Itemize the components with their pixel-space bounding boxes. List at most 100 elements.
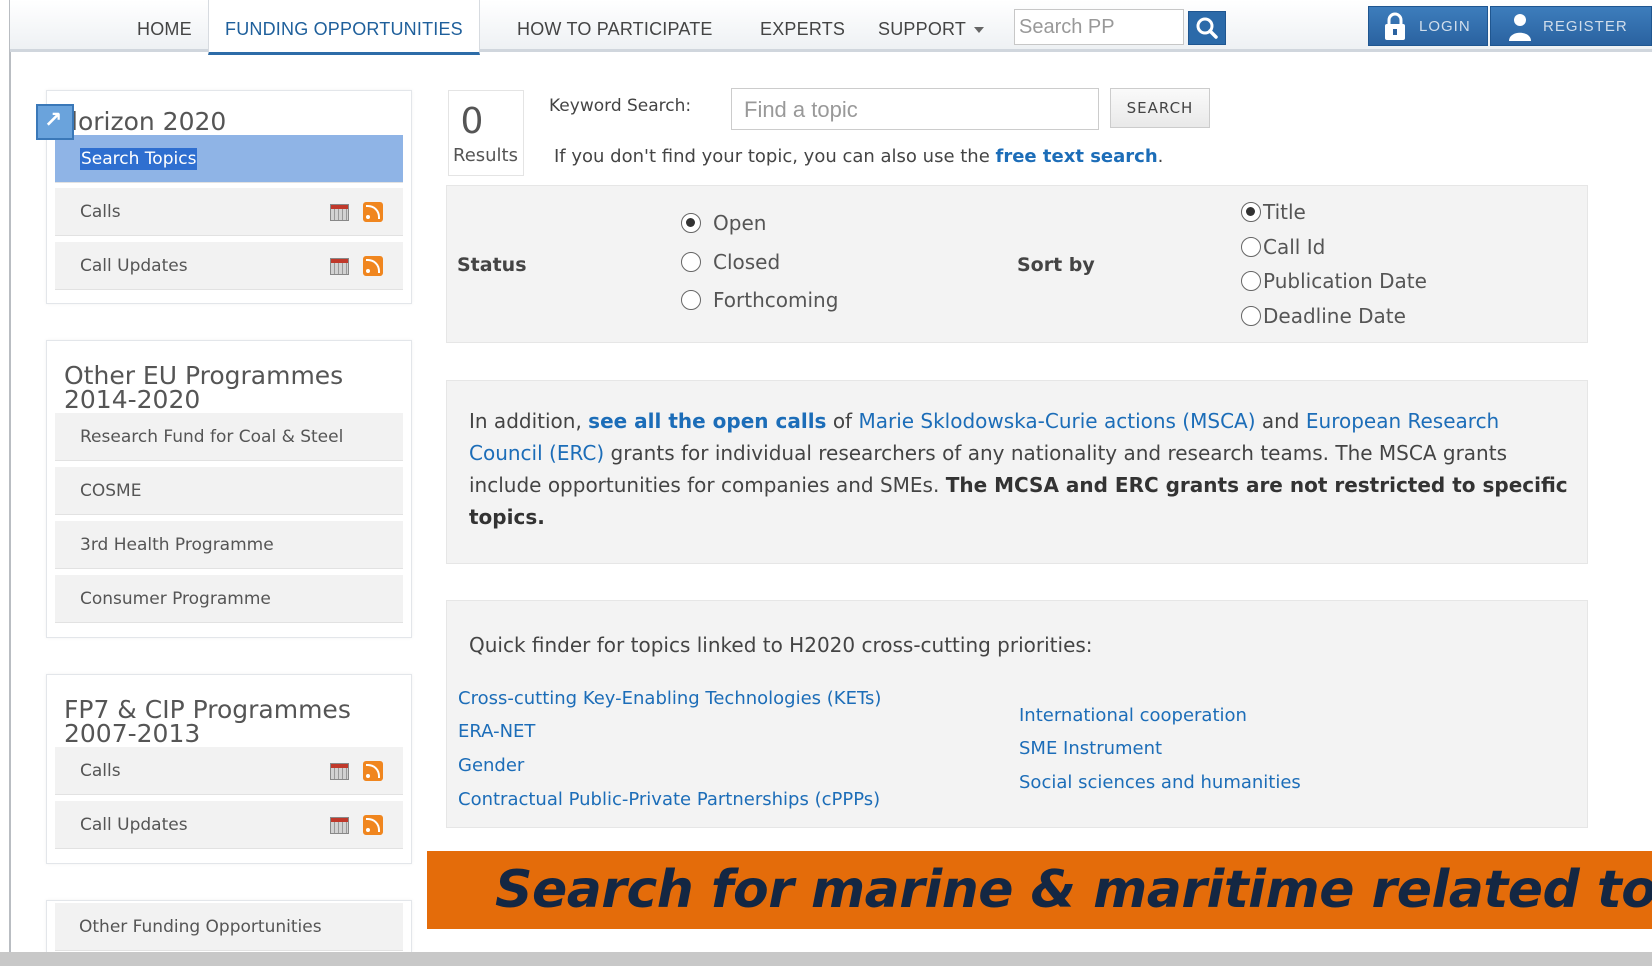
nav-how-to-participate[interactable]: HOW TO PARTICIPATE — [517, 0, 713, 52]
quick-link-social-sciences[interactable]: Social sciences and humanities — [1019, 772, 1301, 793]
sidebar-item-call-updates[interactable]: Call Updates — [55, 242, 403, 290]
results-count: 0 — [460, 101, 484, 142]
rss-icon[interactable] — [363, 202, 383, 222]
login-button[interactable]: LOGIN — [1368, 6, 1488, 46]
other-funding-panel: Other Funding Opportunities — [46, 900, 412, 952]
status-label: Status — [457, 254, 527, 276]
info-text-3: and — [1261, 409, 1300, 433]
calendar-icon[interactable] — [330, 763, 349, 780]
register-label: REGISTER — [1543, 18, 1628, 35]
sort-option-label: Call Id — [1263, 235, 1326, 259]
nav-support-label: SUPPORT — [878, 19, 967, 39]
panel-subtitle-fp7: 2007-2013 — [64, 719, 201, 748]
nav-experts[interactable]: EXPERTS — [760, 0, 845, 52]
sidebar-item-cosme[interactable]: COSME — [55, 467, 403, 515]
status-option-label: Open — [713, 211, 767, 235]
results-counter: 0 Results — [448, 90, 524, 176]
sort-option-label: Deadline Date — [1263, 304, 1406, 328]
radio-button[interactable] — [1241, 270, 1261, 291]
banner-text: Search for marine & maritime related top… — [495, 860, 1652, 920]
status-option-open[interactable]: Open — [681, 209, 766, 237]
left-page-border — [9, 0, 11, 966]
login-label: LOGIN — [1419, 18, 1471, 35]
radio-button[interactable] — [1241, 236, 1261, 257]
sort-option-deadline-date[interactable]: Deadline Date — [1241, 302, 1406, 330]
rss-icon[interactable] — [363, 815, 383, 835]
status-option-label: Forthcoming — [713, 288, 839, 312]
sort-option-call-id[interactable]: Call Id — [1241, 233, 1325, 261]
free-text-search-link[interactable]: free text search — [996, 146, 1158, 167]
msca-erc-info-panel: In addition, see all the open calls of M… — [446, 380, 1588, 564]
quick-link-sme-instrument[interactable]: SME Instrument — [1019, 738, 1162, 759]
sort-by-label: Sort by — [1017, 254, 1095, 276]
nav-home[interactable]: HOME — [137, 0, 192, 52]
radio-button[interactable] — [681, 289, 701, 310]
radio-button[interactable] — [1241, 201, 1261, 222]
other-eu-programmes-panel: Other EU Programmes 2014-2020 Research F… — [46, 340, 412, 638]
calendar-icon[interactable] — [330, 817, 349, 834]
user-icon — [1509, 14, 1531, 41]
panel-subtitle-other-eu: 2014-2020 — [64, 385, 201, 414]
sidebar-item-coal-steel[interactable]: Research Fund for Coal & Steel — [55, 413, 403, 461]
sidebar-item-other-funding[interactable]: Other Funding Opportunities — [55, 903, 403, 951]
quick-link-kets[interactable]: Cross-cutting Key-Enabling Technologies … — [458, 688, 881, 709]
hint-prefix: If you don't find your topic, you can al… — [554, 146, 990, 167]
rss-icon[interactable] — [363, 761, 383, 781]
nav-support[interactable]: SUPPORT — [878, 0, 985, 52]
quick-link-cppps[interactable]: Contractual Public-Private Partnerships … — [458, 789, 880, 810]
sort-option-title[interactable]: Title — [1241, 198, 1306, 226]
sidebar-item-calls[interactable]: Calls — [55, 188, 403, 236]
sidebar-item-label: Call Updates — [80, 815, 188, 835]
radio-button[interactable] — [681, 212, 701, 233]
horizon-2020-panel: lorizon 2020 Search Topics Calls Call Up… — [46, 90, 412, 304]
sidebar-item-fp7-calls[interactable]: Calls — [55, 747, 403, 795]
bottom-scrollbar[interactable] — [0, 952, 1652, 966]
search-icon — [1196, 17, 1218, 39]
quick-finder-title: Quick finder for topics linked to H2020 … — [469, 633, 1093, 657]
calendar-icon[interactable] — [330, 258, 349, 275]
external-link-icon[interactable] — [36, 104, 74, 140]
rss-icon[interactable] — [363, 256, 383, 276]
site-search-input[interactable]: Search PP — [1014, 9, 1184, 45]
register-button[interactable]: REGISTER — [1490, 6, 1652, 46]
panel-title-horizon-2020: lorizon 2020 — [71, 107, 227, 136]
info-text-2: of — [832, 409, 853, 433]
info-text-1: In addition, — [469, 409, 582, 433]
keyword-search-label: Keyword Search: — [549, 96, 692, 116]
quick-finder-panel: Quick finder for topics linked to H2020 … — [446, 600, 1588, 828]
status-option-closed[interactable]: Closed — [681, 248, 780, 276]
quick-link-gender[interactable]: Gender — [458, 755, 524, 776]
radio-button[interactable] — [1241, 305, 1261, 326]
results-label: Results — [453, 145, 518, 166]
quick-link-era-net[interactable]: ERA-NET — [458, 721, 535, 742]
status-option-label: Closed — [713, 250, 781, 274]
keyword-search-button[interactable]: SEARCH — [1110, 88, 1210, 128]
sidebar-item-health-programme[interactable]: 3rd Health Programme — [55, 521, 403, 569]
sidebar-item-label: Calls — [80, 202, 121, 222]
sort-option-label: Publication Date — [1263, 269, 1427, 293]
sidebar-item-fp7-call-updates[interactable]: Call Updates — [55, 801, 403, 849]
quick-link-international-cooperation[interactable]: International cooperation — [1019, 705, 1247, 726]
free-text-hint: If you don't find your topic, you can al… — [554, 146, 1163, 167]
info-paragraph: In addition, see all the open calls of M… — [469, 405, 1579, 533]
sidebar-item-label: Calls — [80, 761, 121, 781]
site-search-button[interactable] — [1188, 11, 1226, 45]
see-open-calls-link[interactable]: see all the open calls — [588, 409, 826, 433]
filter-panel: Status Open Closed Forthcoming Sort by T… — [446, 185, 1588, 343]
keyword-search-input[interactable]: Find a topic — [731, 88, 1099, 130]
sort-option-label: Title — [1263, 200, 1306, 224]
sidebar-item-search-topics[interactable]: Search Topics — [55, 135, 403, 183]
msca-link[interactable]: Marie Sklodowska-Curie actions (MSCA) — [858, 409, 1255, 433]
marine-topics-banner: Search for marine & maritime related top… — [427, 851, 1652, 929]
hint-suffix: . — [1157, 146, 1164, 167]
nav-funding-opportunities[interactable]: FUNDING OPPORTUNITIES — [208, 0, 480, 55]
sidebar-item-consumer-programme[interactable]: Consumer Programme — [55, 575, 403, 623]
lock-icon — [1385, 12, 1405, 40]
fp7-cip-panel: FP7 & CIP Programmes 2007-2013 Calls Cal… — [46, 674, 412, 864]
sidebar-item-label: Search Topics — [80, 148, 198, 170]
radio-button[interactable] — [681, 251, 701, 272]
sort-option-publication-date[interactable]: Publication Date — [1241, 267, 1427, 295]
calendar-icon[interactable] — [330, 204, 349, 221]
sidebar-item-label: Call Updates — [80, 256, 188, 276]
status-option-forthcoming[interactable]: Forthcoming — [681, 286, 838, 314]
